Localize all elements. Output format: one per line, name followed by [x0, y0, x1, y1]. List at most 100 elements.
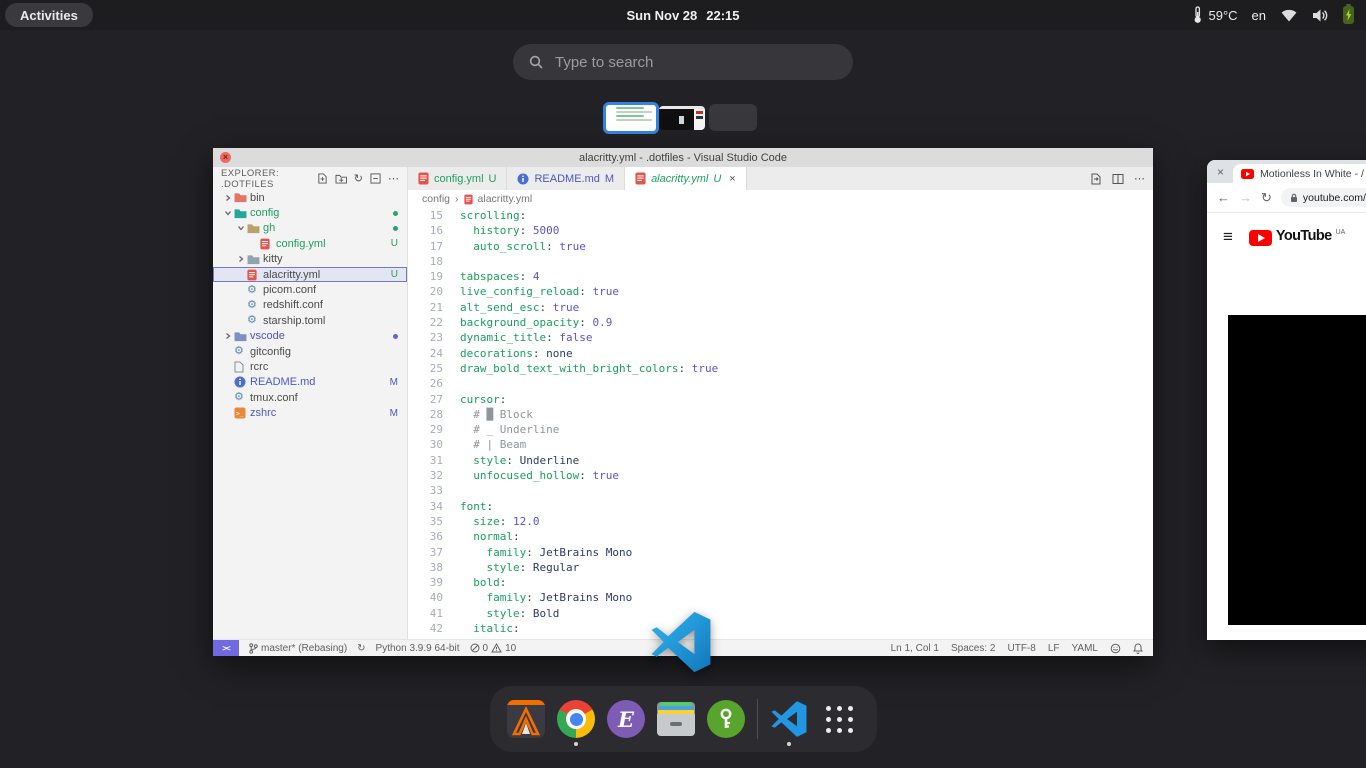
problems-status[interactable]: 0 10: [470, 643, 517, 654]
forward-icon[interactable]: →: [1239, 190, 1252, 205]
language-mode[interactable]: YAML: [1072, 643, 1099, 654]
clock-time: 22:15: [706, 8, 739, 23]
open-changes-icon[interactable]: [1090, 173, 1102, 185]
back-icon[interactable]: ←: [1217, 190, 1230, 205]
tree-item-label: picom.conf: [263, 284, 316, 296]
feedback-icon[interactable]: [1110, 643, 1121, 654]
tab-config-yml[interactable]: config.yml U: [408, 167, 507, 190]
new-file-icon[interactable]: [317, 173, 328, 184]
hamburger-menu-icon[interactable]: ≡: [1223, 227, 1233, 247]
new-folder-icon[interactable]: [335, 174, 347, 184]
tree-item-gh[interactable]: gh: [213, 221, 407, 236]
youtube-page: ≡ YouTube UA Motionless In White - Anot …: [1207, 212, 1366, 640]
keyboard-layout[interactable]: en: [1252, 8, 1266, 23]
split-editor-icon[interactable]: [1112, 173, 1124, 185]
line-number: 29: [408, 422, 443, 437]
tree-item-vscode[interactable]: vscode: [213, 329, 407, 344]
warning-icon: [491, 643, 502, 653]
video-player[interactable]: [1228, 315, 1366, 625]
workspace-thumbnail-youtube[interactable]: [659, 106, 705, 130]
cursor-position[interactable]: Ln 1, Col 1: [891, 643, 939, 654]
vscode-titlebar[interactable]: × alacritty.yml - .dotfiles - Visual Stu…: [213, 148, 1153, 167]
line-number: 34: [408, 499, 443, 514]
dock: E: [490, 686, 877, 752]
eol-sequence[interactable]: LF: [1048, 643, 1060, 654]
tab-label: alacritty.yml: [651, 173, 708, 185]
tree-item-gitconfig[interactable]: ⚙gitconfig: [213, 344, 407, 359]
indentation[interactable]: Spaces: 2: [951, 643, 995, 654]
files-icon[interactable]: [657, 700, 695, 738]
tree-item-picom-conf[interactable]: ⚙picom.conf: [213, 282, 407, 297]
tree-item-zshrc[interactable]: >_zshrcM: [213, 405, 407, 420]
tree-item-config-yml[interactable]: config.yml U: [213, 236, 407, 251]
window-close-button[interactable]: ×: [220, 152, 231, 163]
volume-icon[interactable]: [1312, 8, 1329, 23]
system-tray[interactable]: 59°C en: [1192, 0, 1354, 30]
tab-alacritty-yml[interactable]: alacritty.yml U ×: [625, 167, 747, 190]
notifications-bell-icon[interactable]: [1133, 643, 1143, 654]
error-icon: [470, 643, 480, 653]
sync-icon[interactable]: ↻: [357, 643, 365, 654]
git-dot: [393, 329, 398, 344]
line-number: 24: [408, 346, 443, 361]
line-number: 39: [408, 575, 443, 590]
alacritty-icon[interactable]: [507, 700, 545, 738]
wifi-icon[interactable]: [1280, 8, 1298, 23]
python-interpreter[interactable]: Python 3.9.9 64-bit: [376, 643, 460, 654]
line-number: 20: [408, 284, 443, 299]
encoding[interactable]: UTF-8: [1007, 643, 1035, 654]
tree-item-label: config.yml: [276, 238, 326, 250]
code-editor[interactable]: 15scrolling:16 history: 500017 auto_scro…: [408, 208, 1153, 639]
explorer-more-icon[interactable]: ⋯: [388, 172, 399, 185]
tree-item-readme-md[interactable]: README.mdM: [213, 375, 407, 390]
clock[interactable]: Sun Nov 28 22:15: [0, 0, 1366, 30]
chevron-icon: [221, 332, 234, 340]
git-branch-status[interactable]: master* (Rebasing): [249, 643, 347, 654]
tree-item-rcrc[interactable]: rcrc: [213, 359, 407, 374]
breadcrumb-file[interactable]: alacritty.yml: [478, 193, 533, 205]
vscode-icon[interactable]: [770, 700, 808, 738]
browser-toolbar: ← → ↻ youtube.com/wa: [1207, 183, 1366, 212]
tab-readme-md[interactable]: README.md M: [507, 167, 625, 190]
tree-item-starship-toml[interactable]: ⚙starship.toml: [213, 313, 407, 328]
gear-icon: ⚙: [234, 392, 250, 403]
code-line: 30 # | Beam: [408, 437, 1153, 452]
search-bar[interactable]: Type to search: [513, 44, 853, 80]
line-number: 33: [408, 483, 443, 498]
remote-indicator[interactable]: ><: [213, 640, 239, 656]
keepassxc-icon[interactable]: [707, 700, 745, 738]
browser-tab[interactable]: Motionless In White - /: [1233, 164, 1366, 183]
collapse-folders-icon[interactable]: [370, 173, 381, 184]
vscode-app-badge-icon[interactable]: [649, 610, 713, 674]
workspace-thumbnail-active[interactable]: [603, 102, 659, 134]
code-line: 31 style: Underline: [408, 453, 1153, 468]
tree-item-redshift-conf[interactable]: ⚙redshift.conf: [213, 298, 407, 313]
reload-icon[interactable]: ↻: [1261, 190, 1272, 206]
breadcrumb-folder[interactable]: config: [422, 193, 450, 205]
emacs-icon[interactable]: E: [607, 700, 645, 738]
tree-item-bin[interactable]: bin: [213, 190, 407, 205]
refresh-icon[interactable]: ↻: [354, 172, 363, 185]
tab-close-icon[interactable]: ×: [729, 173, 735, 185]
line-number: 19: [408, 269, 443, 284]
code-line: 34font:: [408, 499, 1153, 514]
address-bar[interactable]: youtube.com/wa: [1281, 188, 1366, 207]
tree-item-alacritty-yml[interactable]: alacritty.ymlU: [213, 267, 407, 282]
battery-charging-icon[interactable]: [1343, 6, 1354, 24]
browser-tabstrip[interactable]: × Motionless In White - /: [1207, 160, 1366, 183]
code-line: 38 style: Regular: [408, 560, 1153, 575]
code-line: 35 size: 12.0: [408, 514, 1153, 529]
tree-item-config[interactable]: config: [213, 205, 407, 220]
tab-close-icon[interactable]: ×: [1217, 165, 1224, 179]
app-grid-icon[interactable]: [820, 700, 858, 738]
workspace-thumbnail-empty[interactable]: [709, 104, 757, 131]
git-badge: U: [391, 236, 398, 251]
temperature-indicator[interactable]: 59°C: [1192, 6, 1237, 24]
tree-item-kitty[interactable]: kitty: [213, 252, 407, 267]
tree-item-tmux-conf[interactable]: ⚙tmux.conf: [213, 390, 407, 405]
chrome-icon[interactable]: [557, 700, 595, 738]
youtube-logo[interactable]: YouTube UA: [1249, 228, 1345, 246]
yaml-icon: [260, 238, 276, 250]
code-line: 36 normal:: [408, 529, 1153, 544]
editor-more-icon[interactable]: ⋯: [1134, 172, 1145, 185]
